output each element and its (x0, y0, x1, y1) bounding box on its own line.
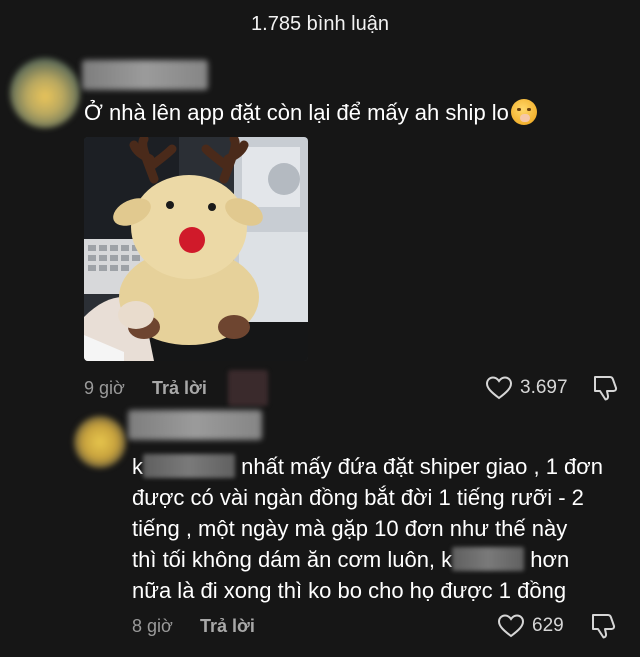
like-button[interactable]: 629 (498, 614, 564, 638)
comment-photo-reindeer-plush[interactable] (84, 137, 308, 361)
hand-over-mouth-emoji (510, 99, 537, 125)
text-line: tiếng , một ngày mà gặp 10 đơn như thế n… (132, 516, 568, 541)
dislike-button[interactable] (590, 612, 616, 645)
blurred-username[interactable] (128, 410, 262, 440)
reply-button[interactable]: Trả lời (152, 378, 207, 399)
thumbs-down-icon (594, 376, 618, 401)
reply-button[interactable]: Trả lời (200, 616, 255, 637)
redacted-text (143, 454, 235, 478)
reindeer-plush-image (84, 137, 308, 361)
like-count: 629 (532, 615, 564, 636)
dislike-button[interactable] (592, 374, 618, 407)
like-button[interactable]: 3.697 (486, 376, 568, 400)
avatar[interactable] (74, 416, 126, 468)
redacted-text (452, 547, 525, 571)
text-line: thì tối không dám ăn cơm luôn, k hơn (132, 547, 570, 572)
heart-icon (486, 376, 512, 400)
comment-count-title: 1.785 bình luận (251, 12, 389, 35)
comment-text: Ở nhà lên app đặt còn lại để mấy ah ship… (84, 98, 624, 128)
text-line: k nhất mấy đứa đặt shiper giao , 1 đơn (132, 454, 603, 479)
comment-timestamp: 9 giờ (84, 378, 125, 398)
reply-comment-text: k nhất mấy đứa đặt shiper giao , 1 đơn đ… (132, 452, 627, 607)
like-count: 3.697 (520, 377, 568, 398)
text-line: được có vài ngàn đồng bắt đời 1 tiếng rư… (132, 485, 584, 510)
comments-header: 1.785 bình luận (0, 0, 640, 48)
comment-timestamp: 8 giờ (132, 616, 173, 636)
heart-icon (498, 614, 524, 638)
text-line: nữa là đi xong thì ko bo cho họ được 1 đ… (132, 578, 567, 603)
avatar[interactable] (10, 58, 80, 128)
blurred-reply-avatars (228, 370, 268, 406)
blurred-username[interactable] (82, 60, 208, 90)
thumbs-down-icon (592, 614, 616, 639)
